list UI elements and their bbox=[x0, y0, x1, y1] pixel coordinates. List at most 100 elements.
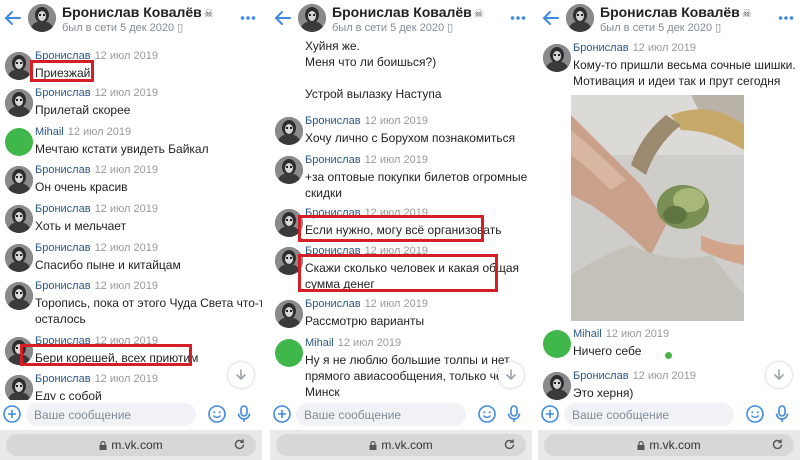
back-arrow-icon[interactable] bbox=[541, 8, 561, 28]
attach-plus-icon[interactable] bbox=[3, 405, 21, 423]
composer: Ваше сообщение bbox=[270, 402, 532, 428]
message-text: +за оптовые покупки билетов огромные скид… bbox=[305, 170, 528, 200]
message-sender[interactable]: Бронислав 12 июл 2019 bbox=[573, 42, 696, 54]
message-sender[interactable]: Mihail 12 июл 2019 bbox=[35, 126, 131, 138]
scroll-down-icon[interactable] bbox=[228, 362, 254, 388]
message-time: 12 июл 2019 bbox=[94, 164, 158, 176]
message-sender[interactable]: Бронислав 12 июл 2019 bbox=[35, 242, 158, 254]
message-time: 12 июл 2019 bbox=[605, 328, 670, 340]
skull-icon: ☠ bbox=[473, 8, 484, 20]
message-time: 12 июл 2019 bbox=[94, 203, 158, 215]
scroll-down-icon[interactable] bbox=[766, 362, 792, 388]
message-input[interactable]: Ваше сообщение bbox=[26, 403, 196, 426]
chat-screen-1: Брониcлав Ковалёв ☠ был в сети 5 дек 2020… bbox=[0, 0, 262, 460]
message-list[interactable]: Хуйня же. Меня что ли боишься?) Устрой выл… bbox=[270, 40, 532, 400]
contact-name[interactable]: Брониcлав Ковалёв ☠ bbox=[332, 4, 484, 20]
attach-plus-icon[interactable] bbox=[541, 405, 559, 423]
address-bar[interactable]: m.vk.com bbox=[6, 434, 256, 456]
address-bar[interactable]: m.vk.com bbox=[544, 434, 794, 456]
avatar[interactable] bbox=[566, 4, 594, 32]
avatar[interactable] bbox=[5, 52, 33, 80]
unread-indicator bbox=[665, 352, 672, 359]
contact-name[interactable]: Брониcлав Ковалёв ☠ bbox=[600, 4, 752, 20]
avatar[interactable] bbox=[28, 4, 56, 32]
avatar[interactable] bbox=[5, 282, 33, 310]
refresh-icon[interactable] bbox=[771, 438, 784, 451]
browser-url-bar: m.vk.com bbox=[538, 430, 800, 460]
microphone-icon[interactable] bbox=[506, 405, 522, 423]
lock-icon bbox=[99, 441, 107, 450]
avatar[interactable] bbox=[5, 244, 33, 272]
avatar[interactable] bbox=[5, 89, 33, 117]
avatar[interactable] bbox=[275, 156, 303, 184]
browser-url-bar: m.vk.com bbox=[270, 430, 532, 460]
chat-screen-3: Брониcлав Ковалёв ☠ был в сети 5 дек 2020… bbox=[538, 0, 800, 460]
message-list[interactable]: Бронислав 12 июл 2019 Кому-то пришли весь… bbox=[538, 40, 800, 400]
highlight-box bbox=[30, 60, 94, 82]
message-text: Он очень красив bbox=[35, 180, 128, 194]
browser-url-bar: m.vk.com bbox=[0, 430, 262, 460]
message-sender[interactable]: Бронислав 12 июл 2019 bbox=[305, 298, 428, 310]
highlight-box bbox=[298, 254, 498, 292]
back-arrow-icon[interactable] bbox=[3, 8, 23, 28]
message-sender[interactable]: Бронислав 12 июл 2019 bbox=[35, 87, 158, 99]
message-sender[interactable]: Бронислав 12 июл 2019 bbox=[35, 373, 158, 385]
microphone-icon[interactable] bbox=[236, 405, 252, 423]
message-text: Ничего себе bbox=[573, 344, 642, 358]
refresh-icon[interactable] bbox=[233, 438, 246, 451]
attach-plus-icon[interactable] bbox=[273, 405, 291, 423]
address-bar[interactable]: m.vk.com bbox=[276, 434, 526, 456]
avatar[interactable] bbox=[275, 117, 303, 145]
message-sender[interactable]: Бронислав 12 июл 2019 bbox=[305, 115, 428, 127]
avatar[interactable] bbox=[5, 205, 33, 233]
message-time: 12 июл 2019 bbox=[94, 50, 158, 62]
emoji-icon[interactable] bbox=[208, 405, 226, 423]
skull-icon: ☠ bbox=[741, 8, 752, 20]
avatar[interactable] bbox=[543, 44, 571, 72]
message-sender[interactable]: Mihail 12 июл 2019 bbox=[573, 328, 669, 340]
avatar[interactable] bbox=[275, 300, 303, 328]
message-sender[interactable]: Бронислав 12 июл 2019 bbox=[35, 203, 158, 215]
message-text: Ну я не люблю большие толпы и нет прямого… bbox=[305, 353, 522, 399]
message-time: 12 июл 2019 bbox=[364, 298, 428, 310]
emoji-icon[interactable] bbox=[478, 405, 496, 423]
avatar[interactable] bbox=[543, 372, 571, 400]
message-text: Хоть и мельчает bbox=[35, 219, 127, 233]
composer: Ваше сообщение bbox=[538, 402, 800, 428]
message-time: 12 июл 2019 bbox=[94, 373, 158, 385]
message-text: Хочу лично с Борухом познакомиться bbox=[305, 131, 516, 145]
message-input[interactable]: Ваше сообщение bbox=[296, 403, 466, 426]
message-sender[interactable]: Бронислав 12 июл 2019 bbox=[35, 280, 158, 292]
avatar[interactable] bbox=[5, 375, 33, 400]
more-icon[interactable] bbox=[778, 10, 794, 26]
photo-attachment[interactable] bbox=[571, 95, 744, 321]
message-sender[interactable]: Бронислав 12 июл 2019 bbox=[305, 154, 428, 166]
avatar[interactable] bbox=[275, 339, 303, 367]
avatar[interactable] bbox=[5, 166, 33, 194]
message-time: 12 июл 2019 bbox=[337, 337, 402, 349]
message-sender[interactable]: Бронислав 12 июл 2019 bbox=[573, 370, 696, 382]
avatar[interactable] bbox=[543, 330, 571, 358]
refresh-icon[interactable] bbox=[503, 438, 516, 451]
scroll-down-icon[interactable] bbox=[498, 362, 524, 388]
back-arrow-icon[interactable] bbox=[273, 8, 293, 28]
highlight-box bbox=[20, 344, 192, 366]
message-time: 12 июл 2019 bbox=[94, 242, 158, 254]
message-list[interactable]: Бронислав 12 июл 2019 Приезжай) Бронислав… bbox=[0, 40, 262, 400]
microphone-icon[interactable] bbox=[774, 405, 790, 423]
message-text: Прилетай скорее bbox=[35, 103, 131, 117]
message-text: Еду с собой bbox=[35, 389, 102, 400]
message-sender[interactable]: Mihail 12 июл 2019 bbox=[305, 337, 401, 349]
chat-header: Брониcлав Ковалёв ☠ был в сети 5 дек 2020… bbox=[270, 0, 532, 38]
more-icon[interactable] bbox=[510, 10, 526, 26]
message-sender[interactable]: Бронислав 12 июл 2019 bbox=[35, 164, 158, 176]
message-input[interactable]: Ваше сообщение bbox=[564, 403, 734, 426]
lock-icon bbox=[369, 441, 377, 450]
emoji-icon[interactable] bbox=[746, 405, 764, 423]
last-seen-status: был в сети 5 дек 2020 ▯ bbox=[62, 22, 184, 34]
contact-name[interactable]: Брониcлав Ковалёв ☠ bbox=[62, 4, 214, 20]
more-icon[interactable] bbox=[240, 10, 256, 26]
avatar[interactable] bbox=[5, 128, 33, 156]
avatar[interactable] bbox=[298, 4, 326, 32]
last-seen-status: был в сети 5 дек 2020 ▯ bbox=[332, 22, 454, 34]
